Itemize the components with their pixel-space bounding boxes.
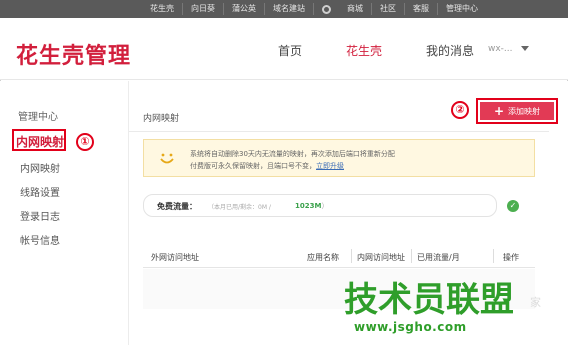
top-bar: 花生壳 向日葵 蒲公英 域名建站 商城 社区 客服 管理中心 xyxy=(0,0,568,18)
page-title: 内网映射 xyxy=(143,114,180,124)
sidebar-item-account-info[interactable]: 帐号信息 xyxy=(20,232,60,247)
add-mapping-button[interactable]: + 添加映射 xyxy=(480,102,554,120)
table-header: 外网访问地址 应用名称 内网访问地址 已用流量/月 操作 xyxy=(143,246,535,268)
free-flow-detail: （本月已用/剩余：0M / xyxy=(208,204,271,211)
free-flow-quota-value: 1023M xyxy=(295,202,322,210)
col-separator xyxy=(411,249,412,263)
user-name: wx-... xyxy=(488,44,513,54)
logo[interactable]: 花生壳管理 xyxy=(16,38,131,70)
chevron-down-icon xyxy=(520,46,529,51)
smile-icon xyxy=(160,153,174,164)
col-internal-address: 内网访问地址 xyxy=(357,253,405,262)
upgrade-link[interactable]: 立即升级 xyxy=(316,162,344,170)
sidebar-item-line-settings[interactable]: 线路设置 xyxy=(20,184,60,199)
nav-messages[interactable]: 我的消息 xyxy=(426,42,474,59)
sidebar-item-highlighted[interactable]: 内网映射 xyxy=(16,133,64,150)
annotation-button-box: + 添加映射 xyxy=(476,98,558,124)
annotation-number-2: ② xyxy=(451,101,469,119)
main-nav: 首页 花生壳 我的消息 xyxy=(278,42,518,59)
notice-line-2: 付费版可永久保留映射，且端口号不变，立即升级 xyxy=(190,161,344,171)
header: 花生壳管理 首页 花生壳 我的消息 wx-... xyxy=(0,18,568,80)
user-menu[interactable]: wx-... xyxy=(488,44,529,54)
free-flow-label: 免费流量： xyxy=(157,202,197,211)
col-separator xyxy=(351,249,352,263)
annotation-highlight-box: 内网映射 xyxy=(12,129,66,151)
top-link-support[interactable]: 客服 xyxy=(405,3,438,15)
plus-icon: + xyxy=(493,104,505,118)
top-links: 花生壳 向日葵 蒲公英 域名建站 商城 社区 客服 管理中心 xyxy=(142,3,486,15)
top-link-xiangrikui[interactable]: 向日葵 xyxy=(183,3,224,15)
notice-line-2-text: 付费版可永久保留映射，且端口号不变， xyxy=(190,162,316,170)
notice-banner: 系统将自动删除30天内无流量的映射，再次添加后端口将重新分配 付费版可永久保留映… xyxy=(143,139,535,177)
divider xyxy=(129,131,549,132)
top-link-community[interactable]: 社区 xyxy=(372,3,405,15)
sidebar-item-login-log[interactable]: 登录日志 xyxy=(20,208,60,223)
annotation-number-1: ① xyxy=(76,133,94,151)
check-icon[interactable]: ✓ xyxy=(507,200,519,212)
sidebar-title: 管理中心 xyxy=(18,112,58,123)
notice-line-1: 系统将自动删除30天内无流量的映射，再次添加后端口将重新分配 xyxy=(190,150,395,158)
watermark-url: www.jsgho.com xyxy=(354,320,467,334)
ring-icon xyxy=(322,4,331,14)
add-mapping-label: 添加映射 xyxy=(508,106,541,116)
sidebar: 管理中心 内网映射 ① 内网映射 线路设置 登录日志 帐号信息 xyxy=(0,81,128,345)
nav-huashengke[interactable]: 花生壳 xyxy=(346,42,382,59)
free-flow-quota: 1023M） xyxy=(295,201,328,211)
col-app-name: 应用名称 xyxy=(307,253,339,262)
col-public-address: 外网访问地址 xyxy=(151,253,199,262)
top-link-site-builder[interactable]: 域名建站 xyxy=(265,3,314,15)
watermark-corner: 家 xyxy=(530,296,541,309)
free-flow-bar: 免费流量： （本月已用/剩余：0M / 1023M） xyxy=(143,194,497,217)
top-link-huashengke[interactable]: 花生壳 xyxy=(142,3,183,15)
nav-home[interactable]: 首页 xyxy=(278,42,302,59)
free-flow-detail-end: ） xyxy=(321,202,329,210)
top-link-pugongying[interactable]: 蒲公英 xyxy=(224,3,265,15)
col-actions: 操作 xyxy=(503,253,519,262)
col-separator xyxy=(493,249,494,263)
top-link-mall[interactable]: 商城 xyxy=(339,3,372,15)
col-used-flow: 已用流量/月 xyxy=(417,253,460,262)
sidebar-item-port-mapping[interactable]: 内网映射 xyxy=(20,160,60,175)
top-link-admin[interactable]: 管理中心 xyxy=(438,3,486,15)
watermark-title: 技术员联盟 xyxy=(344,280,514,320)
